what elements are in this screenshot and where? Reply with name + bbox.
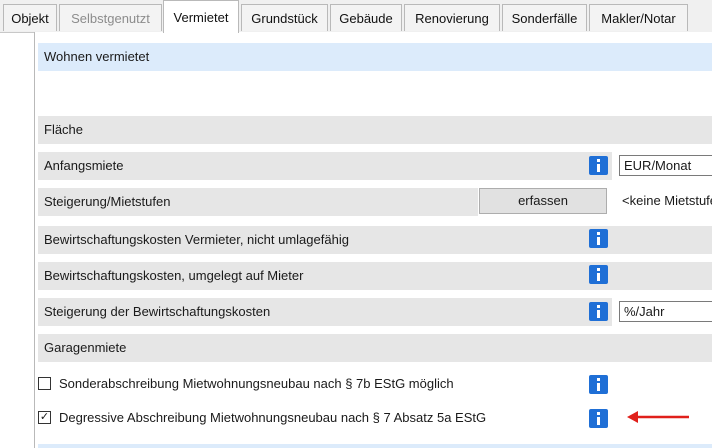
row-steigerung-bewirt: Steigerung der Bewirtschaftungskosten	[38, 298, 612, 326]
checkbox-sonderabschreibung[interactable]	[38, 377, 51, 391]
checkbox-row-degressive[interactable]: ✓ Degressive Abschreibung Mietwohnungsneu…	[38, 408, 486, 428]
section-strip	[38, 444, 712, 448]
tab-vermietet[interactable]: Vermietet	[163, 0, 239, 33]
checkbox-label: Sonderabschreibung Mietwohnungsneubau na…	[59, 376, 454, 391]
row-flaeche: Fläche	[38, 116, 712, 144]
info-icon[interactable]	[589, 156, 608, 175]
erfassen-button[interactable]: erfassen	[479, 188, 607, 214]
anfangsmiete-unit-field[interactable]: EUR/Monat	[619, 155, 712, 176]
info-icon[interactable]	[589, 265, 608, 284]
row-anfangsmiete: Anfangsmiete	[38, 152, 612, 180]
steigerung-unit-field[interactable]: %/Jahr	[619, 301, 712, 322]
row-garagenmiete: Garagenmiete	[38, 334, 712, 362]
red-arrow-icon	[627, 411, 689, 423]
tab-makler-notar[interactable]: Makler/Notar	[589, 4, 688, 31]
tab-renovierung[interactable]: Renovierung	[404, 4, 500, 31]
tab-gebaeude[interactable]: Gebäude	[330, 4, 402, 31]
tab-selbstgenutzt[interactable]: Selbstgenutzt	[59, 4, 162, 31]
checkbox-row-sonderabschreibung[interactable]: Sonderabschreibung Mietwohnungsneubau na…	[38, 374, 454, 394]
row-bewirt-vermieter: Bewirtschaftungskosten Vermieter, nicht …	[38, 226, 712, 254]
tab-sonderfaelle[interactable]: Sonderfälle	[502, 4, 587, 31]
tab-bar: Objekt Selbstgenutzt Vermietet Grundstüc…	[0, 0, 712, 33]
checkbox-label: Degressive Abschreibung Mietwohnungsneub…	[59, 410, 487, 425]
mietstufen-value: <keine Mietstufen>	[622, 193, 712, 208]
tab-grundstueck[interactable]: Grundstück	[241, 4, 328, 31]
section-title: Wohnen vermietet	[38, 43, 712, 71]
info-icon[interactable]	[589, 302, 608, 321]
info-icon[interactable]	[589, 409, 608, 428]
info-icon[interactable]	[589, 375, 608, 394]
checkbox-degressive[interactable]: ✓	[38, 411, 51, 425]
info-icon[interactable]	[589, 229, 608, 248]
row-steigerung-mietstufen: Steigerung/Mietstufen	[38, 188, 478, 216]
row-bewirt-mieter: Bewirtschaftungskosten, umgelegt auf Mie…	[38, 262, 712, 290]
tab-objekt[interactable]: Objekt	[3, 4, 57, 31]
